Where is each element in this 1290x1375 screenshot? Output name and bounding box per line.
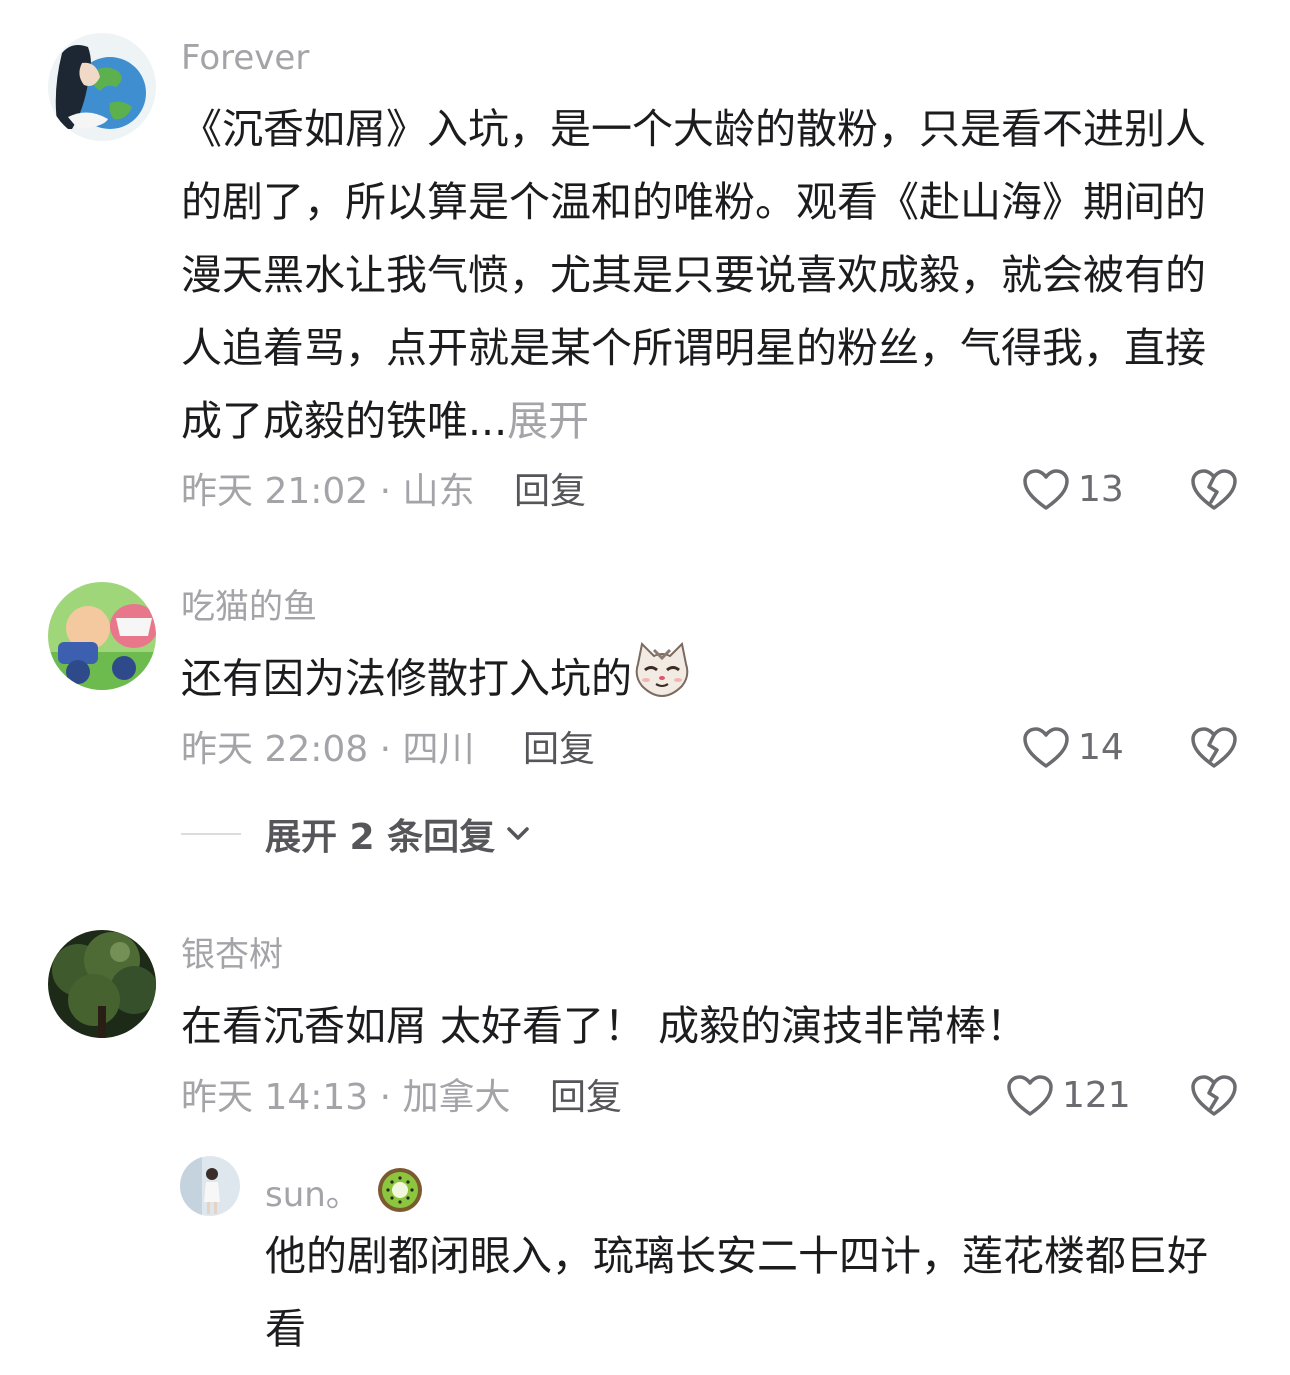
like-button[interactable]: 14 [1022, 726, 1124, 770]
reply-avatar[interactable] [180, 1156, 240, 1216]
comment-body: 《沉香如屑》入坑，是一个大龄的散粉，只是看不进别人的剧了，所以算是个温和的唯粉。… [181, 105, 1206, 445]
reply-username[interactable]: sun。 [265, 1166, 424, 1223]
comment-body: 还有因为法修散打入坑的 [181, 654, 632, 703]
avatar[interactable] [48, 930, 156, 1038]
comment-time-location: 昨天 21:02 · 山东 [181, 471, 475, 512]
divider-line [181, 833, 241, 835]
reply-text: 他的剧都闭眼入，琉璃长安二十四计，莲花楼都巨好看 [265, 1220, 1240, 1366]
broken-heart-icon [1191, 469, 1237, 510]
broken-heart-icon [1191, 1075, 1237, 1116]
comment-username[interactable]: 吃猫的鱼 [181, 587, 317, 627]
cartoon-avatar-image [48, 582, 156, 690]
cat-face-emoji [632, 641, 692, 721]
expand-comment-link[interactable]: 展开 [507, 397, 589, 445]
reply-username-text: sun。 [265, 1174, 360, 1215]
reply-button[interactable]: 回复 [523, 728, 595, 772]
heart-icon [1023, 469, 1069, 510]
person-avatar-image [180, 1156, 240, 1216]
expand-replies-button[interactable]: 展开 2 条回复 [181, 808, 531, 860]
chevron-down-icon [507, 827, 529, 840]
comment-text: 还有因为法修散打入坑的 [181, 641, 1241, 721]
reply-button[interactable]: 回复 [550, 1076, 622, 1120]
expand-replies-label: 展开 2 条回复 [265, 817, 496, 858]
like-button[interactable]: 13 [1022, 468, 1124, 512]
comment-username[interactable]: Forever [181, 38, 309, 78]
comment-username[interactable]: 银杏树 [181, 935, 283, 975]
reply-body: 他的剧都闭眼入，琉璃长安二十四计，莲花楼都巨好看 [265, 1232, 1208, 1353]
reply-button[interactable]: 回复 [514, 470, 586, 514]
broken-heart-icon [1191, 727, 1237, 768]
earth-hug-avatar-image [48, 33, 156, 141]
like-count: 121 [1062, 1075, 1131, 1116]
like-count: 13 [1078, 469, 1124, 510]
kiwi-emoji [376, 1166, 424, 1223]
heart-icon [1007, 1075, 1053, 1116]
tree-avatar-image [48, 930, 156, 1038]
dislike-button[interactable] [1190, 1074, 1238, 1122]
avatar[interactable] [48, 582, 156, 690]
like-button[interactable]: 121 [1006, 1074, 1131, 1118]
heart-icon [1023, 727, 1069, 768]
comment-text: 在看沉香如屑 太好看了！ 成毅的演技非常棒！ [181, 990, 1241, 1063]
avatar[interactable] [48, 33, 156, 141]
comment-text: 《沉香如屑》入坑，是一个大龄的散粉，只是看不进别人的剧了，所以算是个温和的唯粉。… [181, 93, 1241, 458]
comment-time-location: 昨天 22:08 · 四川 [181, 729, 475, 770]
dislike-button[interactable] [1190, 468, 1238, 516]
like-count: 14 [1078, 727, 1124, 768]
comment-body: 在看沉香如屑 太好看了！ 成毅的演技非常棒！ [181, 1002, 1028, 1050]
comment-time-location: 昨天 14:13 · 加拿大 [181, 1077, 511, 1118]
dislike-button[interactable] [1190, 726, 1238, 774]
